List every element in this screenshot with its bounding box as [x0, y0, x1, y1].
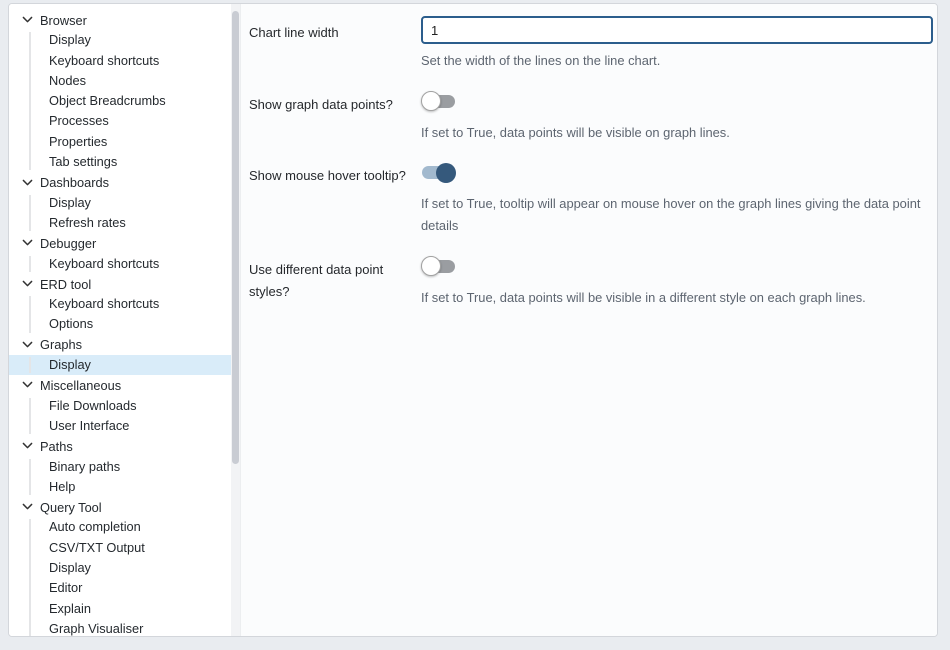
sidebar-scrollbar-thumb[interactable]	[232, 11, 239, 464]
tree-group-label: Browser	[40, 13, 87, 28]
preferences-sidebar: BrowserDisplayKeyboard shortcutsNodesObj…	[9, 4, 241, 636]
tree-group-label: Debugger	[40, 236, 96, 251]
tree-item-debugger-keyboard-shortcuts[interactable]: Keyboard shortcuts	[9, 254, 240, 274]
tree-group-label: Graphs	[40, 337, 82, 352]
show-graph-data-points-toggle[interactable]	[422, 95, 455, 108]
field-row-chart-line-width: Chart line widthSet the width of the lin…	[249, 16, 933, 72]
tree-children-dashboards: DisplayRefresh rates	[9, 193, 240, 234]
chart-line-width-input[interactable]	[421, 16, 933, 44]
preferences-tree: BrowserDisplayKeyboard shortcutsNodesObj…	[9, 10, 240, 636]
field-help-text: If set to True, data points will be visi…	[421, 287, 927, 309]
field-control: If set to True, data points will be visi…	[421, 253, 933, 309]
tree-item-paths-binary-paths[interactable]: Binary paths	[9, 457, 240, 477]
field-label: Show graph data points?	[249, 88, 421, 144]
chevron-down-icon	[22, 239, 33, 247]
chevron-down-icon	[22, 179, 33, 187]
field-control: If set to True, tooltip will appear on m…	[421, 159, 933, 236]
toggle-knob	[436, 163, 456, 183]
tree-group-query-tool[interactable]: Query Tool	[9, 497, 240, 517]
tree-children-debugger: Keyboard shortcuts	[9, 254, 240, 274]
tree-children-paths: Binary pathsHelp	[9, 457, 240, 498]
tree-item-browser-object-breadcrumbs[interactable]: Object Breadcrumbs	[9, 91, 240, 111]
tree-item-browser-keyboard-shortcuts[interactable]: Keyboard shortcuts	[9, 51, 240, 71]
tree-group-paths[interactable]: Paths	[9, 436, 240, 456]
tree-item-browser-tab-settings[interactable]: Tab settings	[9, 152, 240, 172]
tree-group-graphs[interactable]: Graphs	[9, 335, 240, 355]
field-control: Set the width of the lines on the line c…	[421, 16, 933, 72]
field-row-show-graph-data-points: Show graph data points?If set to True, d…	[249, 88, 933, 144]
field-label: Chart line width	[249, 16, 421, 72]
tree-item-query-tool-explain[interactable]: Explain	[9, 599, 240, 619]
field-help-text: If set to True, tooltip will appear on m…	[421, 193, 927, 236]
field-label: Use different data point styles?	[249, 253, 421, 309]
tree-item-miscellaneous-file-downloads[interactable]: File Downloads	[9, 396, 240, 416]
tree-item-query-tool-csv-txt-output[interactable]: CSV/TXT Output	[9, 538, 240, 558]
field-row-use-different-data-point-styles: Use different data point styles?If set t…	[249, 253, 933, 309]
tree-item-dashboards-refresh-rates[interactable]: Refresh rates	[9, 213, 240, 233]
tree-group-label: ERD tool	[40, 277, 91, 292]
tree-item-dashboards-display[interactable]: Display	[9, 193, 240, 213]
chevron-down-icon	[22, 16, 33, 24]
field-label: Show mouse hover tooltip?	[249, 159, 421, 236]
tree-item-paths-help[interactable]: Help	[9, 477, 240, 497]
tree-children-browser: DisplayKeyboard shortcutsNodesObject Bre…	[9, 30, 240, 172]
preferences-dialog: BrowserDisplayKeyboard shortcutsNodesObj…	[8, 3, 938, 637]
field-help-text: If set to True, data points will be visi…	[421, 122, 927, 144]
chevron-down-icon	[22, 341, 33, 349]
field-help-text: Set the width of the lines on the line c…	[421, 50, 927, 72]
tree-group-label: Miscellaneous	[40, 378, 121, 393]
chevron-down-icon	[22, 442, 33, 450]
tree-item-query-tool-auto-completion[interactable]: Auto completion	[9, 517, 240, 537]
field-control: If set to True, data points will be visi…	[421, 88, 933, 144]
tree-group-label: Dashboards	[40, 175, 109, 190]
tree-item-erd-tool-options[interactable]: Options	[9, 314, 240, 334]
tree-group-browser[interactable]: Browser	[9, 10, 240, 30]
tree-children-erd-tool: Keyboard shortcutsOptions	[9, 294, 240, 335]
chevron-down-icon	[22, 381, 33, 389]
tree-item-query-tool-editor[interactable]: Editor	[9, 578, 240, 598]
show-mouse-hover-tooltip-toggle[interactable]	[422, 166, 455, 179]
tree-item-miscellaneous-user-interface[interactable]: User Interface	[9, 416, 240, 436]
tree-item-browser-processes[interactable]: Processes	[9, 111, 240, 131]
use-different-data-point-styles-toggle[interactable]	[422, 260, 455, 273]
tree-item-graphs-display[interactable]: Display	[9, 355, 240, 375]
tree-group-erd-tool[interactable]: ERD tool	[9, 274, 240, 294]
tree-group-label: Query Tool	[40, 500, 102, 515]
tree-group-miscellaneous[interactable]: Miscellaneous	[9, 375, 240, 395]
field-row-show-mouse-hover-tooltip: Show mouse hover tooltip?If set to True,…	[249, 159, 933, 236]
chevron-down-icon	[22, 280, 33, 288]
tree-item-browser-display[interactable]: Display	[9, 30, 240, 50]
tree-item-erd-tool-keyboard-shortcuts[interactable]: Keyboard shortcuts	[9, 294, 240, 314]
tree-item-query-tool-graph-visualiser[interactable]: Graph Visualiser	[9, 619, 240, 636]
tree-item-browser-nodes[interactable]: Nodes	[9, 71, 240, 91]
toggle-knob	[421, 91, 441, 111]
tree-children-graphs: Display	[9, 355, 240, 375]
preferences-panel: Chart line widthSet the width of the lin…	[241, 4, 937, 636]
tree-children-query-tool: Auto completionCSV/TXT OutputDisplayEdit…	[9, 517, 240, 636]
toggle-knob	[421, 256, 441, 276]
tree-group-label: Paths	[40, 439, 73, 454]
tree-group-dashboards[interactable]: Dashboards	[9, 172, 240, 192]
tree-children-miscellaneous: File DownloadsUser Interface	[9, 396, 240, 437]
tree-group-debugger[interactable]: Debugger	[9, 233, 240, 253]
tree-item-query-tool-display[interactable]: Display	[9, 558, 240, 578]
chevron-down-icon	[22, 503, 33, 511]
tree-item-browser-properties[interactable]: Properties	[9, 132, 240, 152]
